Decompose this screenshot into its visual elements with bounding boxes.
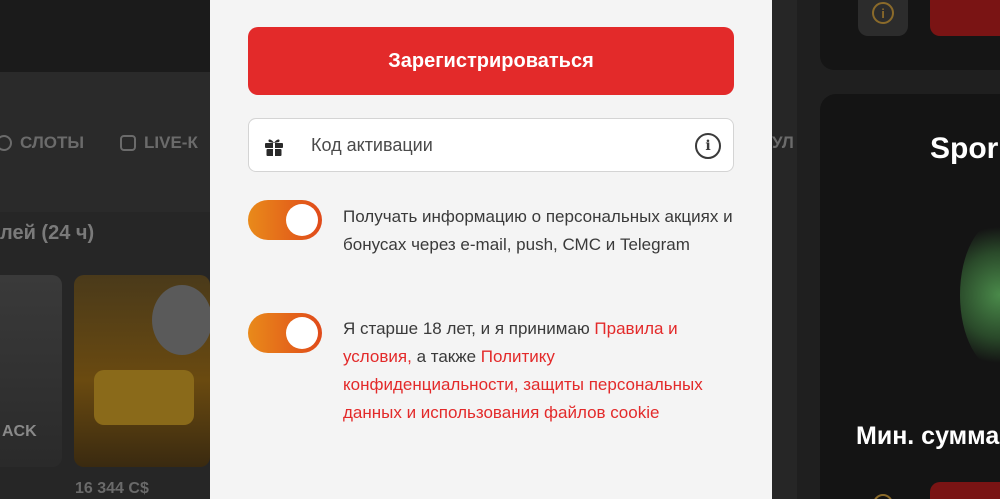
promo-min-label: Мин. сумма — [856, 422, 1000, 450]
game-art — [94, 370, 194, 425]
game-price: 16 344 C$ — [75, 480, 149, 497]
activation-code-input[interactable] — [311, 119, 671, 171]
promo-action-button[interactable] — [930, 482, 1000, 499]
promo-title: Spor — [930, 132, 999, 165]
toggle-knob — [286, 317, 318, 349]
nav-item-partial-label: УЛ — [772, 133, 794, 152]
nav-item-live-label: LIVE-К — [144, 133, 198, 152]
register-button[interactable]: Зарегистрироваться — [248, 27, 734, 95]
info-button[interactable]: i — [858, 0, 908, 36]
registration-modal: Зарегистрироваться i Получать информацию… — [210, 0, 772, 499]
game-art — [152, 285, 210, 355]
section-title: лей (24 ч) — [0, 222, 95, 244]
info-icon: i — [872, 2, 894, 24]
screen: СЛОТЫ LIVE-К УЛ лей (24 ч) ACK 16 344 C$… — [0, 0, 1000, 499]
nav-item-live[interactable]: LIVE-К — [120, 128, 198, 158]
game-card-title: ACK — [2, 423, 37, 440]
game-card[interactable]: ACK — [0, 275, 62, 467]
marketing-consent-toggle[interactable] — [248, 200, 322, 240]
terms-prefix: Я старше 18 лет, и я принимаю — [343, 319, 595, 338]
gift-icon — [265, 139, 283, 156]
background-header — [0, 0, 210, 72]
marketing-consent-text: Получать информацию о персональных акция… — [343, 207, 733, 254]
slots-icon — [0, 135, 12, 151]
game-card[interactable] — [74, 275, 210, 467]
nav-item-slots-label: СЛОТЫ — [20, 133, 85, 152]
activation-code-field[interactable]: i — [248, 118, 734, 172]
nav-item-slots[interactable]: СЛОТЫ — [0, 128, 84, 158]
nav-item-partial[interactable]: УЛ — [772, 128, 794, 158]
terms-consent-text: Я старше 18 лет, и я принимаю Правила и … — [343, 315, 733, 427]
promo-action-button[interactable] — [930, 0, 1000, 36]
live-icon — [120, 135, 136, 151]
terms-consent-toggle[interactable] — [248, 313, 322, 353]
toggle-knob — [286, 204, 318, 236]
terms-middle: а также — [411, 347, 481, 366]
info-icon[interactable]: i — [695, 133, 721, 159]
